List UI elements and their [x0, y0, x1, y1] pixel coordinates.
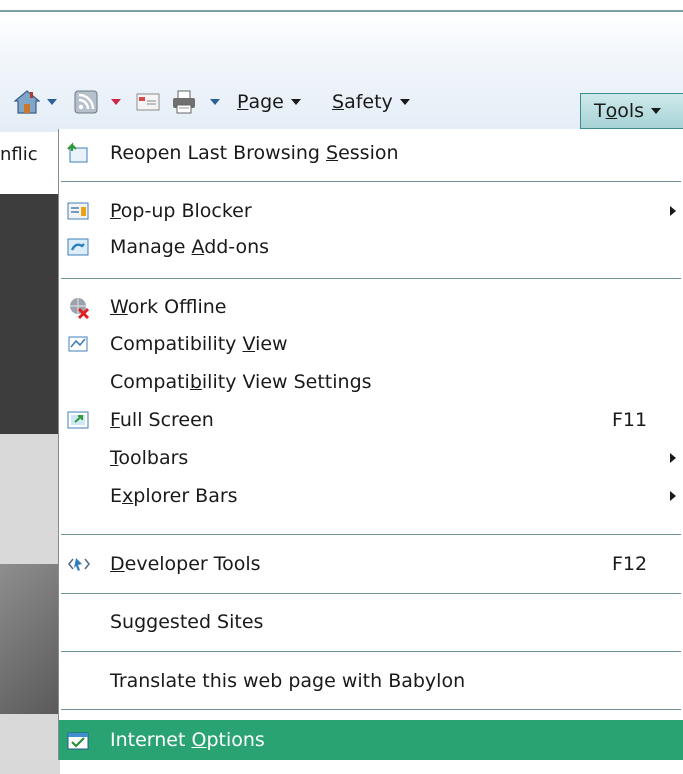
menu-separator	[61, 593, 681, 594]
feeds-dropdown[interactable]	[111, 75, 121, 129]
developer-tools-icon	[67, 553, 91, 575]
compatibility-view-icon	[67, 333, 89, 355]
label-post: ession	[338, 142, 399, 164]
access-key: g	[134, 611, 147, 633]
label-post: op-up Blocker	[120, 200, 252, 222]
shortcut-f11: F11	[612, 409, 648, 431]
label-pre: Translate this web page with Babylon	[110, 670, 466, 692]
safety-menu-button[interactable]: Safety	[332, 75, 410, 129]
label-post: ork Offline	[127, 296, 227, 318]
page-access-key: P	[237, 91, 249, 113]
label-post: ility View Settings	[201, 371, 372, 393]
access-key: S	[326, 142, 339, 164]
tools-label-pre: T	[594, 100, 606, 122]
tools-access-key: o	[605, 100, 618, 122]
menu-item-reopen-last-session[interactable]: Reopen Last Browsing Session	[59, 133, 683, 173]
menu-item-compatibility-view-settings[interactable]: Compatibility View Settings	[59, 362, 683, 402]
menu-item-developer-tools[interactable]: Developer Tools F12	[59, 544, 683, 584]
background-page-curl	[0, 564, 60, 714]
tools-dropdown-menu: Reopen Last Browsing Session Pop-up Bloc…	[58, 129, 683, 760]
menu-item-popup-blocker[interactable]: Pop-up Blocker	[59, 191, 683, 231]
menu-item-suggested-sites[interactable]: Suggested Sites	[59, 602, 683, 642]
submenu-arrow-icon	[670, 206, 676, 216]
access-key: V	[242, 333, 256, 355]
home-button[interactable]	[14, 75, 40, 129]
label-post: gested Sites	[146, 611, 264, 633]
menu-item-full-screen[interactable]: Full Screen F11	[59, 400, 683, 440]
home-dropdown[interactable]	[47, 75, 57, 129]
menu-item-translate-babylon[interactable]: Translate this web page with Babylon	[59, 661, 683, 701]
internet-options-icon	[67, 729, 89, 751]
label-pre: Su	[110, 611, 135, 633]
access-key: O	[191, 729, 207, 751]
shortcut-f12: F12	[612, 553, 648, 575]
label-post: dd-ons	[204, 236, 270, 258]
access-key: F	[110, 409, 120, 431]
access-key: b	[189, 371, 202, 393]
popup-blocker-icon	[67, 200, 89, 222]
label-post: plorer Bars	[133, 485, 238, 507]
safety-label-rest: afety	[344, 91, 393, 113]
page-menu-button[interactable]: Page	[237, 75, 301, 129]
home-icon	[14, 89, 40, 115]
background-partial-text: nflic	[0, 144, 38, 165]
menu-item-work-offline[interactable]: Work Offline	[59, 287, 683, 327]
menu-separator	[61, 278, 681, 279]
window-top-edge	[0, 0, 683, 12]
menu-separator	[61, 181, 681, 182]
page-label-rest: age	[248, 91, 284, 113]
menu-item-compatibility-view[interactable]: Compatibility View	[59, 324, 683, 364]
tools-menu-button[interactable]: To ols	[580, 93, 683, 129]
menu-item-internet-options[interactable]: Internet Options	[59, 720, 683, 760]
menu-item-toolbars[interactable]: Toolbars	[59, 438, 683, 478]
menu-separator	[61, 709, 681, 710]
label-pre: Compati	[110, 371, 190, 393]
menu-separator	[61, 534, 681, 535]
full-screen-icon	[67, 409, 89, 431]
label-pre: Manage	[110, 236, 192, 258]
submenu-arrow-icon	[670, 453, 676, 463]
access-key: x	[122, 485, 134, 507]
menu-separator	[61, 651, 681, 652]
label-post: eveloper Tools	[124, 553, 261, 575]
label-post: ptions	[206, 729, 265, 751]
print-icon	[171, 90, 197, 114]
submenu-arrow-icon	[670, 491, 676, 501]
label-pre: Internet	[110, 729, 192, 751]
mail-icon	[136, 92, 160, 112]
label-post: oolbars	[118, 447, 189, 469]
tools-label-rest: ols	[617, 100, 645, 122]
reopen-session-icon	[67, 142, 89, 164]
access-key: W	[110, 296, 128, 318]
label-pre: E	[110, 485, 123, 507]
menu-item-manage-addons[interactable]: Manage Add-ons	[59, 227, 683, 267]
background-page: nflic	[0, 132, 60, 774]
access-key: P	[110, 200, 121, 222]
print-dropdown[interactable]	[210, 75, 220, 129]
addons-icon	[67, 236, 89, 258]
feeds-button[interactable]	[74, 75, 98, 129]
work-offline-icon	[67, 296, 90, 320]
mail-button[interactable]	[136, 75, 160, 129]
menu-item-explorer-bars[interactable]: Explorer Bars	[59, 476, 683, 516]
print-button[interactable]	[171, 75, 197, 129]
label-post: ull Screen	[119, 409, 214, 431]
rss-feeds-icon	[74, 90, 98, 114]
label-pre: Compatibility	[110, 333, 243, 355]
access-key: A	[191, 236, 205, 258]
label-pre: Reopen Last Browsing	[110, 142, 327, 164]
label-post: iew	[255, 333, 288, 355]
safety-access-key: S	[332, 91, 345, 113]
background-dark-band	[0, 194, 60, 434]
access-key: D	[110, 553, 125, 575]
